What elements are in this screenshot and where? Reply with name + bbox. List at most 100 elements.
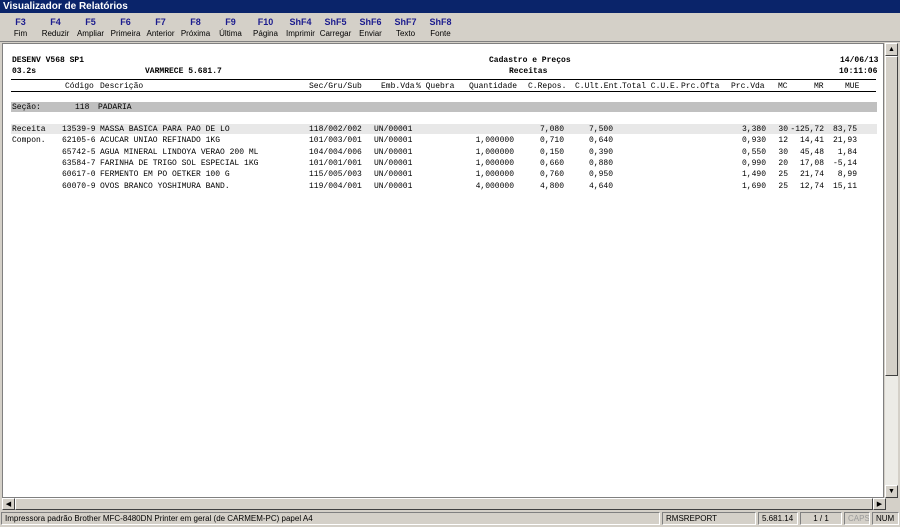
- toolbar-label: Fonte: [430, 29, 451, 38]
- toolbar-label: Reduzir: [41, 29, 70, 38]
- toolbar-label: Enviar: [359, 29, 382, 38]
- report-title: Cadastro e Preços: [489, 56, 571, 65]
- toolbar-button-pagina[interactable]: F10 Página: [248, 13, 283, 41]
- cell-secgrusub: 101/003/001: [309, 136, 362, 146]
- arrow-down-icon[interactable]: ▼: [885, 485, 898, 498]
- toolbar-label: Anterior: [146, 29, 175, 38]
- cell-cultent: 4,640: [588, 181, 613, 191]
- status-bar: Impressora padrão Brother MFC-8480DN Pri…: [0, 511, 900, 527]
- cell-descricao: FARINHA DE TRIGO SOL ESPECIAL 1KG: [100, 158, 259, 168]
- cell-cultent: 0,880: [588, 158, 613, 168]
- toolbar-key: ShF8: [429, 17, 452, 27]
- toolbar-key: ShF6: [359, 17, 382, 27]
- toolbar-button-enviar[interactable]: ShF6 Enviar: [353, 13, 388, 41]
- toolbar-button-proxima[interactable]: F8 Próxima: [178, 13, 213, 41]
- cell-secgrusub: 118/002/002: [309, 125, 362, 134]
- section-name: PADARIA: [98, 103, 132, 112]
- section-label: Seção:: [12, 103, 41, 112]
- toolbar-key: F6: [120, 17, 131, 27]
- toolbar-key: F10: [257, 17, 274, 27]
- cell-mue: 21,93: [832, 136, 857, 146]
- toolbar-label: Carregar: [319, 29, 352, 38]
- toolbar-key: F8: [190, 17, 201, 27]
- cell-codigo: 63584-7: [62, 158, 96, 168]
- toolbar-label: Última: [219, 29, 242, 38]
- header-rule-bottom: [11, 91, 876, 92]
- toolbar-button-primeira[interactable]: F6 Primeira: [108, 13, 143, 41]
- cell-descricao: ACUCAR UNIAO REFINADO 1KG: [100, 136, 221, 146]
- status-printer: Impressora padrão Brother MFC-8480DN Pri…: [1, 512, 660, 525]
- arrow-right-icon[interactable]: ▶: [873, 498, 886, 510]
- cell-cultent: 7,500: [588, 125, 613, 134]
- cell-descricao: MASSA BASICA PARA PAO DE LO: [100, 125, 230, 134]
- cell-mue: 1,84: [837, 147, 857, 157]
- cell-secgrusub: 119/004/001: [309, 181, 362, 191]
- cell-codigo: 62105-6: [62, 136, 96, 146]
- toolbar-label: Primeira: [110, 29, 141, 38]
- cell-mue: 83,75: [832, 125, 857, 134]
- cell-cultent: 0,950: [588, 170, 613, 180]
- cell-mue: -5,14: [832, 158, 857, 168]
- cell-descricao: FERMENTO EM PO OETKER 100 G: [100, 170, 230, 180]
- cell-cultent: 0,390: [588, 147, 613, 157]
- section-band: [11, 102, 877, 112]
- vertical-scrollbar[interactable]: ▲ ▼: [885, 43, 898, 498]
- report-subtitle: Receitas: [509, 67, 548, 76]
- cell-descricao: AGUA MINERAL LINDOYA VERAO 200 ML: [100, 147, 259, 157]
- toolbar-button-imprimir[interactable]: ShF4 Imprimir: [283, 13, 318, 41]
- cell-codigo: 13539-9: [62, 125, 96, 134]
- arrow-up-icon[interactable]: ▲: [885, 43, 898, 56]
- cell-secgrusub: 115/005/003: [309, 170, 362, 180]
- window-title: Visualizador de Relatórios: [0, 0, 900, 13]
- status-caps: CAPS: [844, 512, 870, 525]
- report-date: 14/06/13: [840, 56, 879, 65]
- cell-mue: 8,99: [837, 170, 857, 180]
- toolbar-button-ampliar[interactable]: F5 Ampliar: [73, 13, 108, 41]
- arrow-left-icon[interactable]: ◀: [2, 498, 15, 510]
- toolbar-key: ShF7: [394, 17, 417, 27]
- cell-embvda: UN/00001: [374, 125, 413, 134]
- report-viewport[interactable]: DESENV V568 SP1 03.2s VARMRECE 5.681.7 C…: [2, 43, 884, 498]
- toolbar-key: ShF5: [324, 17, 347, 27]
- cell-codigo: 65742-5: [62, 147, 96, 157]
- cell-mue: 15,11: [832, 181, 857, 191]
- toolbar: F3 Fim F4 Reduzir F5 Ampliar F6 Primeira F7 Anter…: [0, 13, 900, 42]
- status-pages: 1 / 1: [800, 512, 842, 525]
- horizontal-scrollbar[interactable]: ◀ ▶: [2, 498, 886, 510]
- toolbar-label: Ampliar: [76, 29, 105, 38]
- toolbar-button-fim[interactable]: F3 Fim: [3, 13, 38, 41]
- cell-tipo: Compon.: [12, 136, 46, 146]
- toolbar-button-ultima[interactable]: F9 Última: [213, 13, 248, 41]
- toolbar-label: Página: [253, 29, 278, 38]
- cell-embvda: UN/00001: [374, 136, 413, 146]
- cell-cultent: 0,640: [588, 136, 613, 146]
- section-code: 118: [75, 103, 90, 112]
- toolbar-key: ShF4: [289, 17, 312, 27]
- cell-embvda: UN/00001: [374, 147, 413, 157]
- toolbar-key: F5: [85, 17, 96, 27]
- report-time: 10:11:06: [839, 67, 878, 76]
- toolbar-label: Imprimir: [286, 29, 315, 38]
- vertical-scroll-thumb[interactable]: [885, 56, 898, 376]
- horizontal-scroll-thumb[interactable]: [15, 498, 873, 510]
- toolbar-key: F9: [225, 17, 236, 27]
- cell-embvda: UN/00001: [374, 181, 413, 191]
- cell-embvda: UN/00001: [374, 170, 413, 180]
- report-version: 03.2s: [12, 67, 37, 76]
- cell-tipo: Receita: [12, 125, 46, 134]
- report-program: VARMRECE 5.681.7: [145, 67, 222, 76]
- report-company: DESENV V568 SP1: [12, 56, 85, 65]
- cell-embvda: UN/00001: [374, 158, 413, 168]
- toolbar-button-carregar[interactable]: ShF5 Carregar: [318, 13, 353, 41]
- toolbar-button-anterior[interactable]: F7 Anterior: [143, 13, 178, 41]
- toolbar-button-texto[interactable]: ShF7 Texto: [388, 13, 423, 41]
- toolbar-button-fonte[interactable]: ShF8 Fonte: [423, 13, 458, 41]
- toolbar-key: F3: [15, 17, 26, 27]
- cell-secgrusub: 101/001/001: [309, 158, 362, 168]
- toolbar-key: F4: [50, 17, 61, 27]
- cell-codigo: 60617-0: [62, 170, 96, 180]
- toolbar-key: F7: [155, 17, 166, 27]
- toolbar-label: Fim: [13, 29, 28, 38]
- toolbar-label: Próxima: [180, 29, 211, 38]
- toolbar-button-reduzir[interactable]: F4 Reduzir: [38, 13, 73, 41]
